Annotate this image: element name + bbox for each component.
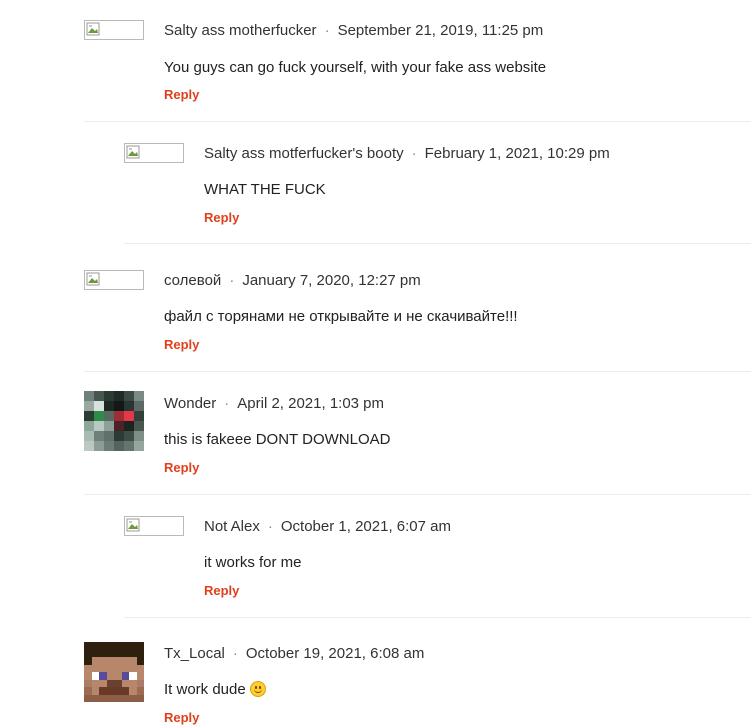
meta-separator: · [224,395,230,412]
divider [84,371,751,372]
comment-text: this is fakeee DONT DOWNLOAD [164,431,391,448]
comment-text: it works for me [204,554,302,571]
comment-text-content: It work dude [164,681,246,698]
comment-date[interactable]: October 19, 2021, 6:08 am [246,645,424,662]
comment-author[interactable]: Wonder [164,395,216,412]
comment-date[interactable]: September 21, 2019, 11:25 pm [338,22,544,39]
comment-author[interactable]: Tx_Local [164,645,225,662]
meta-separator: · [232,645,238,662]
avatar [84,391,144,451]
comment-date[interactable]: April 2, 2021, 1:03 pm [237,395,384,412]
comment-author[interactable]: Salty ass motherfucker [164,22,317,39]
divider [84,494,751,495]
reply-button[interactable]: Reply [164,87,199,102]
divider [124,243,751,244]
slightly-smiling-face-icon [249,681,266,697]
broken-image-icon [124,143,184,163]
comment-author[interactable]: Salty ass motferfucker's booty [204,145,404,162]
avatar [84,20,144,80]
reply-button[interactable]: Reply [164,710,199,725]
divider [84,121,751,122]
comment-text: You guys can go fuck yourself, with your… [164,59,547,76]
comment-date[interactable]: October 1, 2021, 6:07 am [281,518,451,535]
reply-button[interactable]: Reply [164,337,199,352]
broken-image-icon [84,270,144,290]
avatar [124,143,184,203]
avatar [84,642,144,702]
comment-text: It work dude [164,681,266,698]
divider [124,617,751,618]
avatar [124,516,184,576]
comment-date[interactable]: January 7, 2020, 12:27 pm [242,272,420,289]
meta-separator: · [267,518,273,535]
meta-separator: · [411,145,417,162]
broken-image-icon [124,516,184,536]
reply-button[interactable]: Reply [204,210,239,225]
reply-button[interactable]: Reply [204,583,239,598]
comment-text: файл с торянами не открывайте и не скачи… [164,308,518,325]
reply-button[interactable]: Reply [164,460,199,475]
comment-date[interactable]: February 1, 2021, 10:29 pm [425,145,610,162]
comment-author[interactable]: солевой [164,272,221,289]
meta-separator: · [229,272,235,289]
meta-separator: · [324,22,330,39]
broken-image-icon [84,20,144,40]
comment-text: WHAT THE FUCK [204,181,326,198]
avatar [84,270,144,330]
comment-author[interactable]: Not Alex [204,518,260,535]
